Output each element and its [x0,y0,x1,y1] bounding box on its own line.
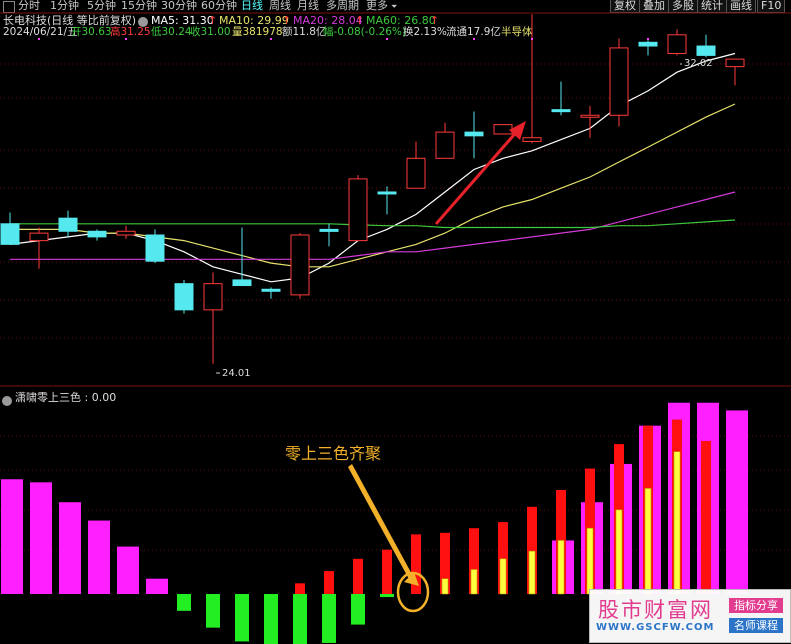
candle-body-up [203,283,223,311]
ma-line-ma10 [10,103,736,268]
indicator-bar-magenta [30,482,52,594]
indicator-bar-green [264,594,278,644]
signal-marker [270,38,272,40]
candle-body-down [0,223,20,245]
indicator-bar-green [293,594,307,644]
indicator-bar-red [324,571,334,594]
indicator-bar-yellow [470,569,478,595]
candle-body-down [232,279,252,287]
indicator-bar-magenta [726,410,748,594]
signal-marker [473,38,475,40]
indicator-bar-magenta [117,546,139,594]
high-price-label: 32.02 [684,58,713,69]
indicator-bar-yellow [673,451,681,595]
indicator-bar-yellow [557,540,565,595]
indicator-bar-yellow [528,550,536,595]
candle-body-down [87,230,107,238]
indicator-annotation: 零上三色齐聚 [285,444,382,463]
candle-body-up [29,232,49,242]
candle-body-up [609,47,629,116]
indicator-bar-red [353,558,363,594]
indicator-bar-magenta [88,520,110,594]
candle-body-up [522,137,542,142]
indicator-bar-green [235,594,249,642]
signal-marker [386,38,388,40]
indicator-bar-red [295,583,305,594]
indicator-bar-yellow [615,509,623,595]
candle-body-up [580,114,600,118]
indicator-bar-magenta [1,479,23,594]
watermark-url: WWW.GSCFW.COM [596,622,715,633]
indicator-bar-yellow [644,488,652,595]
indicator-bar-green [206,594,220,628]
indicator-bar-yellow [499,558,507,595]
candle-body-down [638,41,658,47]
candle-body-up [290,234,310,296]
indicator-bar-red [701,441,711,594]
indicator-bar-green [380,594,394,598]
indicator-bar-yellow [586,527,594,595]
indicator-bar-green [177,594,191,611]
candle-body-up [406,157,426,189]
candle-body-up [435,131,455,159]
kline-chart[interactable] [0,0,791,644]
candle-body-up [725,58,745,68]
candle-body-down [319,228,339,232]
candle-body-down [696,45,716,56]
signal-marker [647,38,649,40]
candle-body-down [551,109,571,113]
candle-body-down [377,191,397,195]
indicator-bar-magenta [146,578,168,594]
indicator-title: 潇啸零上三色 : 0.00 [15,391,117,404]
candle-body-up [667,34,687,55]
signal-marker [531,38,533,40]
candle-body-up [493,124,513,135]
indicator-bar-yellow [441,578,449,595]
indicator-bar-green [322,594,336,643]
watermark-tag: 指标分享 [729,598,783,613]
candle-body-up [348,178,368,242]
watermark-logo: 股市财富网 WWW.GSCFW.COM 指标分享 名师课程 [589,589,791,643]
indicator-bar-red [382,549,392,594]
indicator-settings-icon[interactable] [2,390,12,409]
candle-body-down [261,288,281,292]
candle-body-up [116,230,136,236]
indicator-bar-green [351,594,365,625]
indicator-bar-magenta [59,502,81,594]
candle-body-down [145,234,165,262]
signal-marker [125,38,127,40]
signal-marker [38,38,40,40]
low-price-label: 24.01 [222,368,251,379]
candle-body-down [174,283,194,311]
watermark-title: 股市财富网 [598,598,713,622]
watermark-tag: 名师课程 [729,618,783,633]
candle-body-down [58,217,78,232]
candle-body-down [464,131,484,137]
